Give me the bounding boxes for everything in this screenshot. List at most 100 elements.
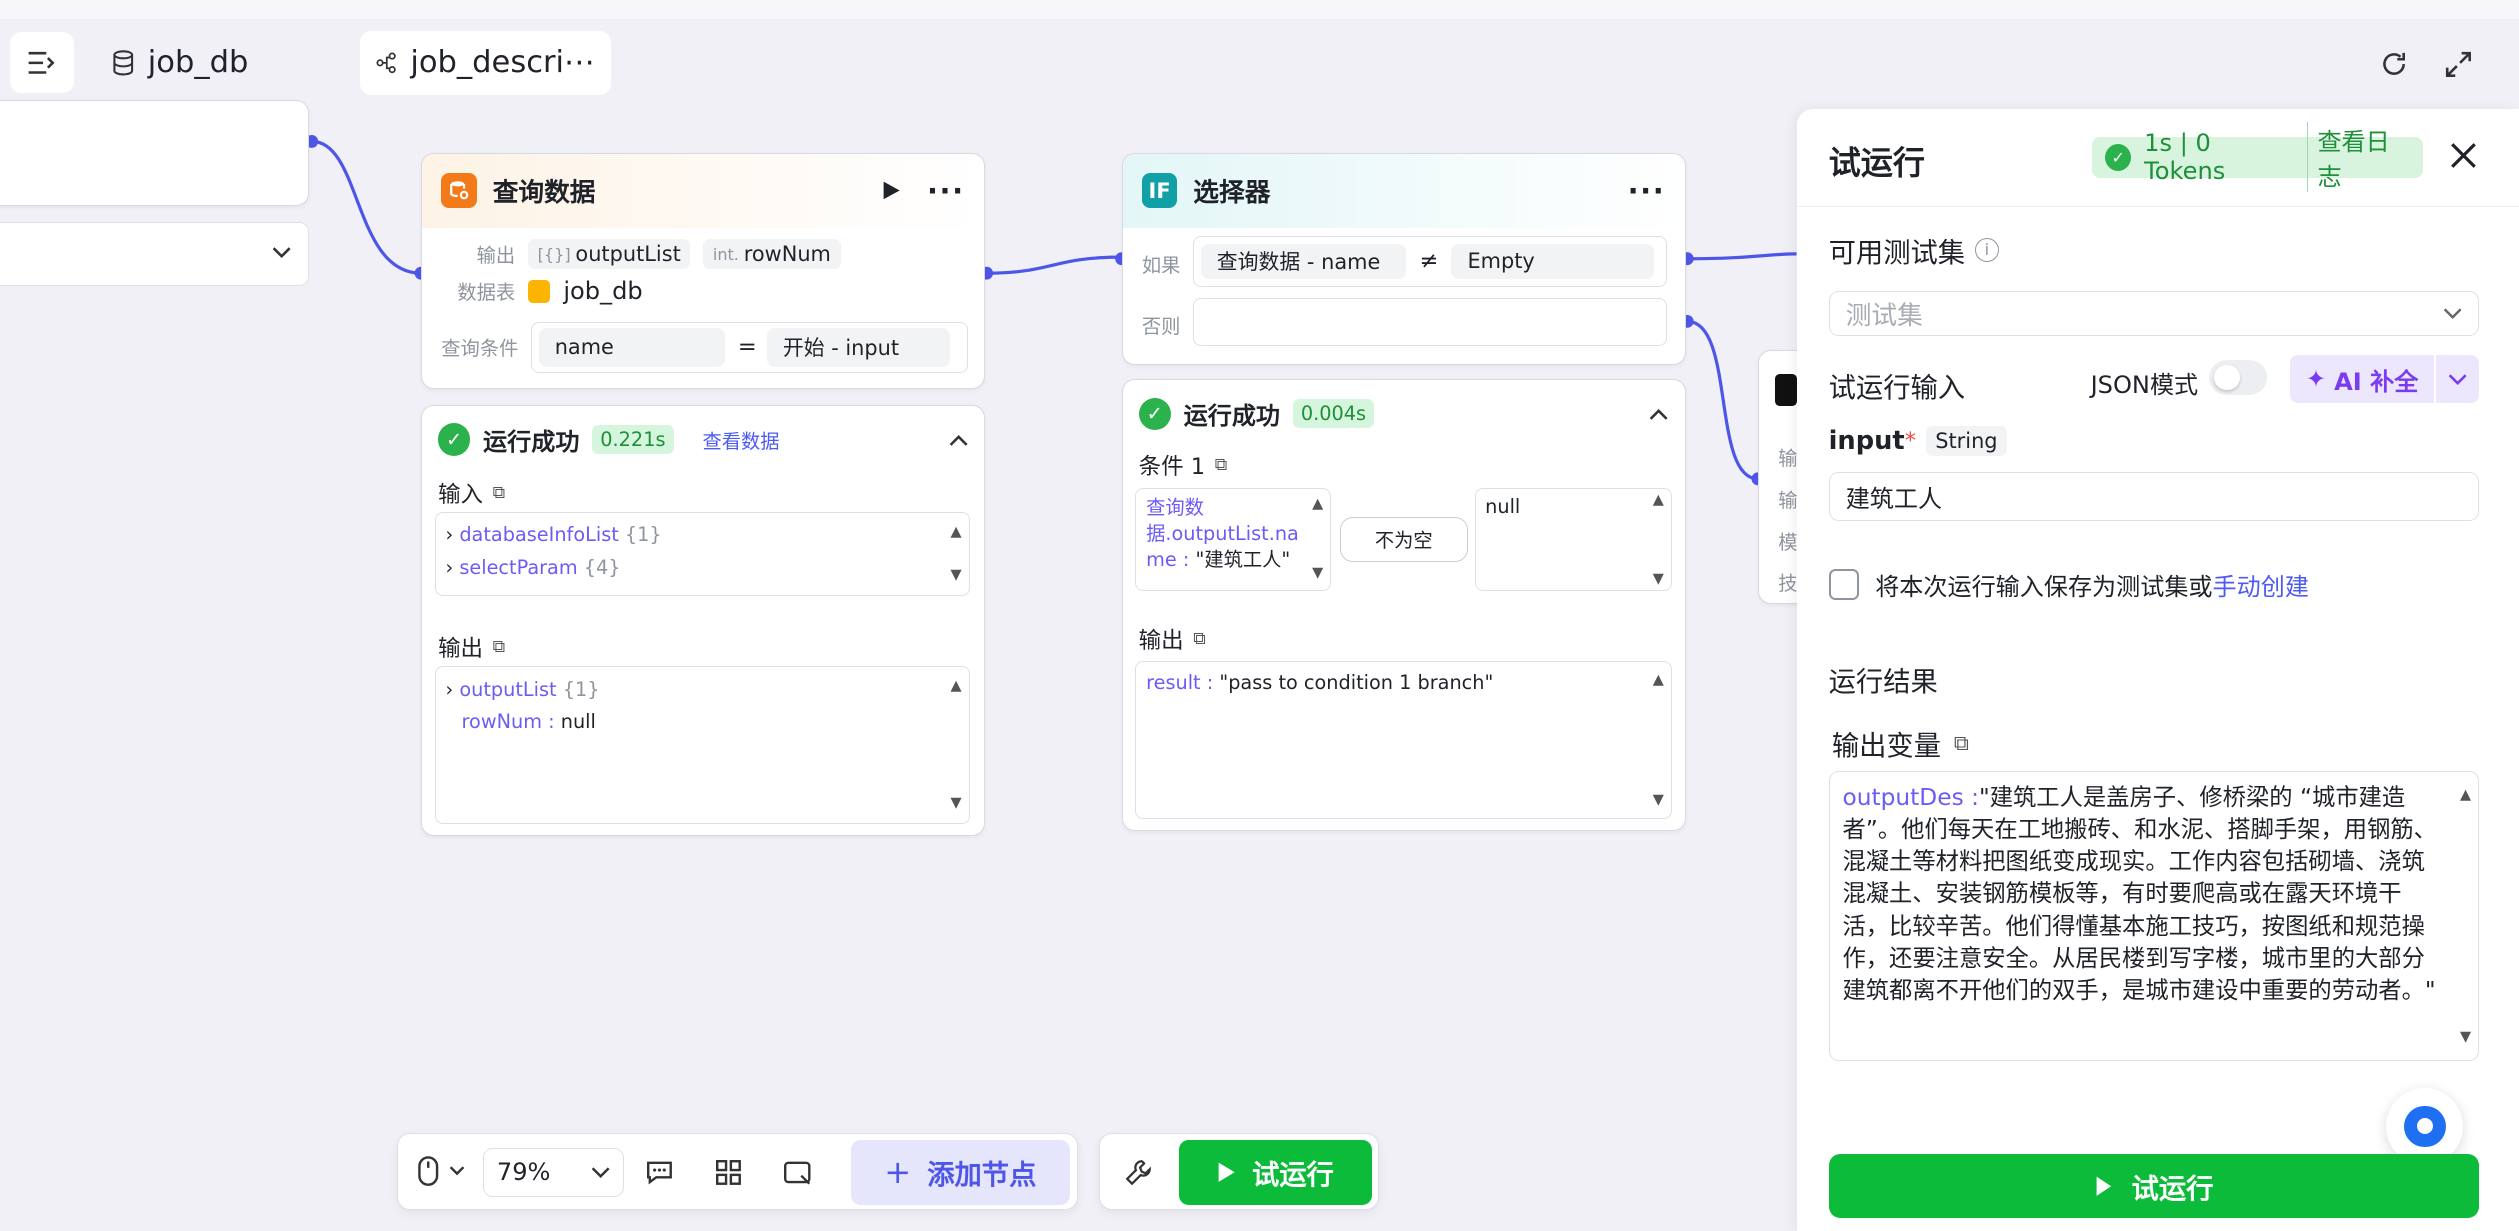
input-field[interactable]: 建筑工人	[1828, 472, 2480, 521]
run-button[interactable]: 试运行	[1178, 1140, 1372, 1205]
play-icon[interactable]	[882, 180, 901, 201]
copy-icon[interactable]: ⧉	[1215, 455, 1228, 475]
layout-grid-icon[interactable]	[714, 1158, 743, 1187]
output-value-box[interactable]: outputDes :"建筑工人是盖房子、修桥梁的 “城市建造者”。他们每天在工…	[1828, 771, 2480, 1061]
input-type-chip: String	[1925, 425, 2008, 457]
run-time-badge: 0.221s	[592, 424, 674, 455]
run-status: 运行成功	[1183, 402, 1281, 431]
output-heading: 输出	[1138, 627, 1184, 654]
row-label: 模	[1778, 530, 1798, 554]
start-node-partial[interactable]	[0, 99, 309, 206]
scrollbar[interactable]: ▲	[1310, 492, 1326, 518]
output-chip: int. rowNum	[703, 238, 841, 270]
run-status: 运行成功	[483, 428, 580, 456]
success-icon: ✓	[2105, 143, 2132, 172]
view-log-link[interactable]: 查看日志	[2306, 122, 2411, 193]
scrollbar[interactable]: ▲	[1650, 666, 1666, 695]
sparkle-icon: ✦	[2305, 365, 2327, 394]
scrollbar[interactable]: ▲	[2458, 779, 2474, 811]
copy-icon[interactable]: ⧉	[1954, 731, 1969, 756]
close-icon[interactable]	[2449, 141, 2478, 170]
json-mode-label: JSON模式	[2090, 370, 2199, 399]
output-json-view[interactable]: › outputList {1} rowNum : null ▲ ▼	[434, 666, 970, 824]
row-label: 输	[1778, 488, 1798, 512]
table-name: job_db	[563, 277, 643, 306]
chevron-up-icon[interactable]	[1649, 406, 1668, 422]
chevron-up-icon[interactable]	[949, 432, 968, 448]
output-json-view[interactable]: result : "pass to condition 1 branch" ▲ …	[1135, 661, 1673, 819]
output-heading: 输出	[438, 635, 484, 662]
run-toolbar: 试运行	[1099, 1132, 1379, 1210]
ai-fill-dropdown[interactable]	[2436, 355, 2480, 404]
condition-operator: ≠	[1419, 248, 1439, 275]
view-data-link[interactable]: 查看数据	[702, 426, 779, 454]
else-box[interactable]	[1193, 298, 1668, 347]
output-var-title: 输出变量	[1831, 731, 1942, 763]
input-json-view[interactable]: › databaseInfoList {1} › selectParam {4}…	[434, 511, 970, 596]
query-node-icon	[441, 172, 477, 209]
table-label: 数据表	[457, 281, 516, 305]
result-section-title: 运行结果	[1828, 666, 1938, 698]
condition-right: 开始 - input	[766, 328, 950, 367]
input-heading: 输入	[438, 481, 484, 508]
pointer-mode-button[interactable]	[417, 1155, 465, 1187]
add-node-button[interactable]: + 添加节点	[851, 1140, 1070, 1205]
scrollbar[interactable]: ▼	[2458, 1021, 2474, 1053]
test-run-panel: 试运行 ✓ 1s | 0 Tokens 查看日志 可用测试集 i 测试集 试运行…	[1796, 109, 2519, 1231]
mouse-icon	[418, 1155, 439, 1186]
manual-create-link[interactable]: 手动创建	[2213, 573, 2309, 601]
if-condition-box[interactable]: 查询数据 - name ≠ Empty	[1193, 235, 1668, 287]
condition-value-right[interactable]: null ▲ ▼	[1474, 487, 1673, 591]
scrollbar[interactable]: ▲	[948, 516, 964, 548]
node-title: 查询数据	[492, 178, 596, 209]
plus-icon: +	[884, 1153, 912, 1192]
json-row[interactable]: › databaseInfoList {1}	[445, 519, 959, 551]
info-icon[interactable]: i	[1974, 237, 1999, 262]
selector-node[interactable]: IF 选择器 ··· 如果 查询数据 - name ≠ Empty 否则	[1121, 152, 1686, 365]
json-row[interactable]: › selectParam {4}	[445, 552, 959, 584]
run-stats-badge[interactable]: ✓ 1s | 0 Tokens 查看日志	[2092, 122, 2424, 193]
scrollbar[interactable]: ▲	[948, 670, 964, 702]
query-data-node[interactable]: 查询数据 ··· 输出 [{}] outputList int. rowNum 数据…	[421, 152, 986, 389]
scrollbar[interactable]: ▼	[1310, 561, 1326, 587]
more-icon[interactable]: ···	[1628, 174, 1666, 208]
copy-icon[interactable]: ⧉	[493, 483, 506, 503]
start-node-dropdown[interactable]	[0, 221, 309, 287]
row-label: 输	[1778, 447, 1798, 471]
row-label: 技	[1778, 572, 1798, 596]
scrollbar[interactable]: ▼	[1650, 571, 1666, 587]
condition-left: 查询数据 - name	[1200, 243, 1407, 279]
copy-icon[interactable]: ⧉	[493, 637, 506, 657]
run-stats: 1s | 0 Tokens	[2144, 129, 2226, 186]
workflow-canvas[interactable]: job_db job_descri⋯ 查询数据 ··· 输出 [{}] outpu…	[0, 0, 2519, 1231]
condition-label: 查询条件	[441, 337, 519, 361]
save-testset-text: 将本次运行输入保存为测试集或	[1875, 573, 2213, 602]
wrench-icon[interactable]	[1124, 1158, 1153, 1187]
table-icon	[528, 280, 551, 303]
condition-box[interactable]: name = 开始 - input	[531, 322, 969, 373]
json-mode-toggle[interactable]	[2209, 359, 2268, 396]
ai-fill-button[interactable]: ✦ AI 补全	[2289, 355, 2435, 404]
panel-run-button[interactable]: 试运行	[1828, 1153, 2480, 1219]
scrollbar[interactable]: ▼	[948, 787, 964, 819]
testset-select[interactable]: 测试集	[1828, 290, 2480, 336]
save-testset-checkbox[interactable]	[1828, 569, 1860, 600]
more-icon[interactable]: ···	[927, 174, 965, 208]
success-icon: ✓	[1138, 397, 1171, 430]
condition-operator-pill: 不为空	[1339, 516, 1469, 562]
comment-icon[interactable]	[645, 1158, 674, 1187]
condition-value-left[interactable]: 查询数 据.outputList.na me : "建筑工人" ▲ ▼	[1135, 487, 1332, 591]
if-icon: IF	[1141, 172, 1178, 209]
copy-icon[interactable]: ⧉	[1193, 629, 1206, 649]
scrollbar[interactable]: ▲	[1650, 492, 1666, 508]
output-chip: [{}] outputList	[528, 238, 691, 270]
scrollbar[interactable]: ▼	[1650, 786, 1666, 815]
condition-left: name	[538, 328, 726, 367]
minimap-icon[interactable]	[782, 1158, 814, 1187]
json-row[interactable]: › outputList {1}	[445, 674, 959, 706]
zoom-select[interactable]: 79%	[483, 1148, 625, 1197]
chevron-down-icon	[272, 247, 291, 259]
scrollbar[interactable]: ▼	[948, 559, 964, 591]
chevron-down-icon	[450, 1166, 465, 1176]
condition-heading: 条件 1	[1138, 454, 1206, 481]
